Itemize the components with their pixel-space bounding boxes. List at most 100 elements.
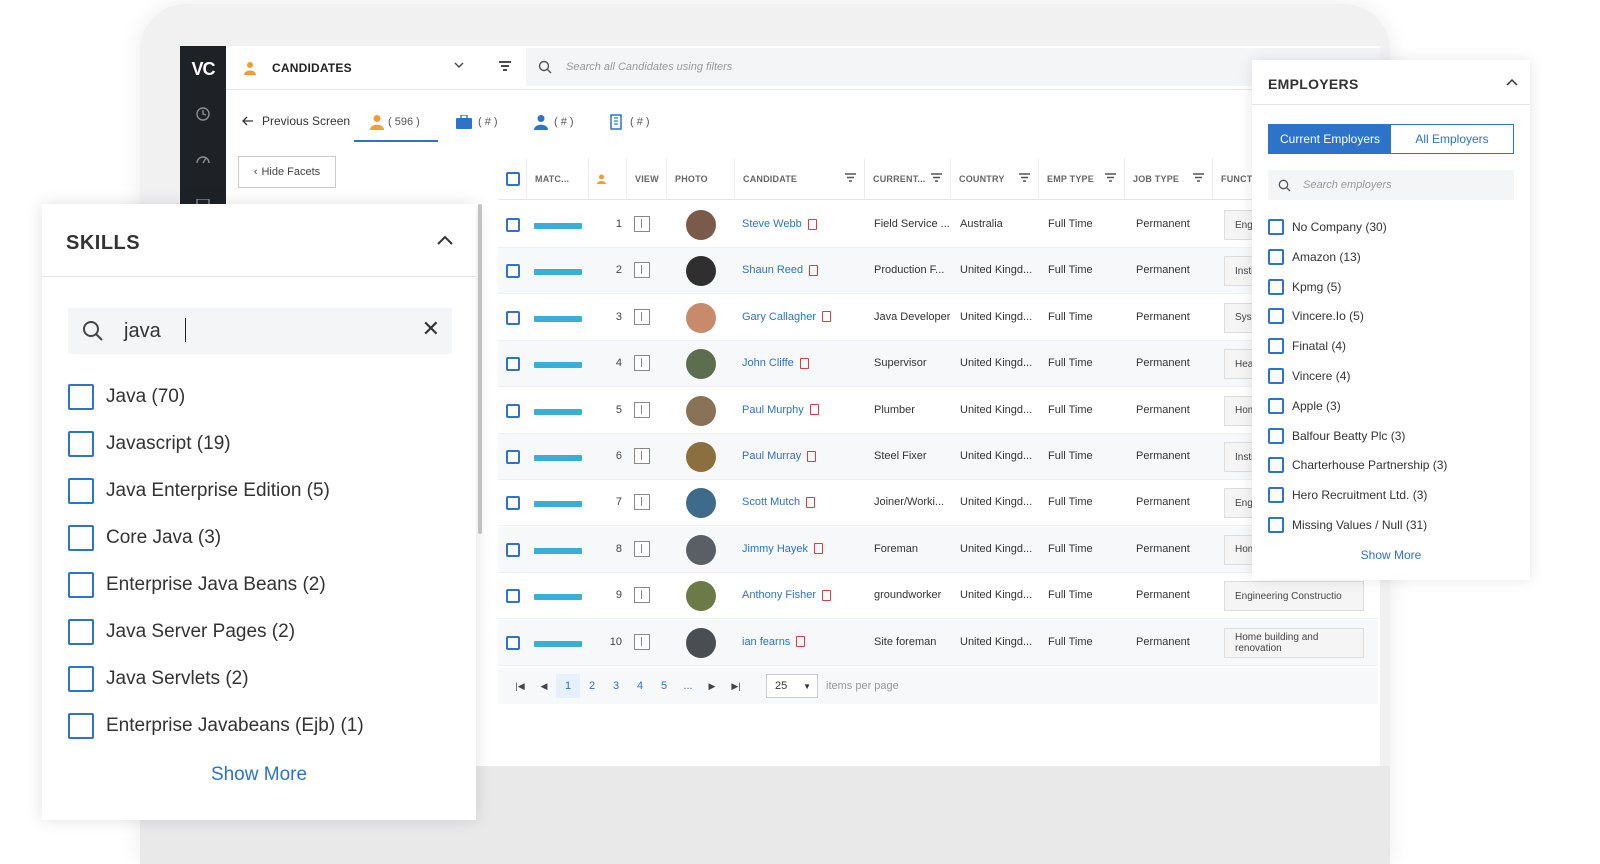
cv-pdf-icon[interactable] [821, 311, 831, 323]
facet-scrollbar[interactable] [478, 204, 482, 534]
more-pages-button[interactable]: ... [676, 674, 700, 698]
tab-candidates[interactable]: ( 596 ) [370, 110, 420, 134]
table-row[interactable]: 1 Steve Webb Field Service ... Australia Ful… [498, 202, 1378, 248]
employer-checkbox[interactable] [1268, 219, 1284, 235]
candidate-name-link[interactable]: John Cliffe [742, 357, 809, 369]
prev-page-button[interactable]: ◀ [532, 674, 556, 698]
candidate-name-link[interactable]: Paul Murphy [742, 404, 819, 416]
view-record-icon[interactable] [634, 540, 650, 557]
cv-pdf-icon[interactable] [821, 589, 831, 601]
cv-pdf-icon[interactable] [807, 450, 817, 462]
cv-pdf-icon[interactable] [807, 218, 817, 230]
cv-pdf-icon[interactable] [809, 264, 819, 276]
skill-checkbox[interactable] [68, 666, 94, 692]
cv-pdf-icon[interactable] [799, 357, 809, 369]
app-logo[interactable]: VC [180, 46, 226, 92]
view-record-icon[interactable] [634, 494, 650, 511]
employer-checkbox[interactable] [1268, 278, 1284, 295]
candidate-name-link[interactable]: Gary Callagher [742, 311, 831, 323]
employer-checkbox[interactable] [1268, 427, 1284, 444]
row-checkbox[interactable] [506, 403, 520, 418]
row-checkbox[interactable] [506, 218, 520, 232]
candidate-name-link[interactable]: Shaun Reed [742, 264, 819, 276]
hide-facets-button[interactable]: ‹ Hide Facets [238, 156, 336, 188]
tab-contacts[interactable]: ( # ) [534, 110, 574, 134]
employers-show-more-link[interactable]: Show More [1252, 548, 1530, 562]
employer-option[interactable]: Finatal (4) [1268, 338, 1346, 355]
view-record-icon[interactable] [634, 262, 650, 279]
filter-icon[interactable] [1193, 173, 1204, 182]
candidate-name-link[interactable]: Steve Webb [742, 218, 817, 230]
employer-checkbox[interactable] [1268, 368, 1284, 384]
col-job-type[interactable]: JOB TYPE [1124, 158, 1212, 200]
skill-option[interactable]: Java Servlets (2) [68, 666, 249, 692]
employer-option[interactable]: Hero Recruitment Ltd. (3) [1268, 487, 1427, 504]
per-page-select[interactable]: 25 ▼ [766, 674, 818, 698]
employer-option[interactable]: Balfour Beatty Plc (3) [1268, 427, 1405, 444]
skill-checkbox[interactable] [68, 572, 94, 598]
history-icon[interactable] [193, 104, 213, 124]
view-record-icon[interactable] [634, 401, 650, 418]
clear-search-icon[interactable]: ✕ [422, 316, 440, 342]
table-row[interactable]: 3 Gary Callagher Java Developer United King… [498, 295, 1378, 341]
current-employers-toggle[interactable]: Current Employers [1269, 125, 1391, 153]
skill-option[interactable]: Core Java (3) [68, 525, 221, 551]
cv-pdf-icon[interactable] [809, 404, 819, 416]
cv-pdf-icon[interactable] [814, 543, 824, 555]
skill-checkbox[interactable] [68, 478, 94, 504]
skill-option[interactable]: Enterprise Javabeans (Ejb) (1) [68, 713, 364, 739]
chevron-up-icon[interactable] [1506, 78, 1518, 86]
candidate-name-link[interactable]: ian fearns [742, 636, 806, 648]
table-row[interactable]: 9 Anthony Fisher groundworker United Kingd.… [498, 573, 1378, 620]
row-checkbox[interactable] [506, 589, 520, 604]
skill-checkbox[interactable] [68, 713, 94, 739]
row-checkbox[interactable] [506, 450, 520, 464]
table-row[interactable]: 2 Shaun Reed Production F... United Kingd..… [498, 248, 1378, 295]
skills-search-input[interactable]: java ✕ [68, 308, 452, 354]
skill-checkbox[interactable] [68, 431, 94, 457]
col-photo[interactable]: PHOTO [666, 158, 734, 200]
row-checkbox[interactable] [506, 310, 520, 325]
filter-icon[interactable] [1105, 173, 1116, 182]
page-2-button[interactable]: 2 [580, 674, 604, 698]
row-checkbox[interactable] [506, 357, 520, 372]
row-checkbox[interactable] [506, 542, 520, 557]
view-record-icon[interactable] [634, 633, 650, 650]
skill-checkbox[interactable] [68, 525, 94, 551]
table-row[interactable]: 8 Jimmy Hayek Foreman United Kingd... Full T… [498, 526, 1378, 573]
employer-option[interactable]: Apple (3) [1268, 397, 1341, 414]
cv-pdf-icon[interactable] [806, 496, 816, 508]
skill-option[interactable]: Java (70) [68, 384, 185, 410]
table-row[interactable]: 6 Paul Murray Steel Fixer United Kingd... Fu… [498, 434, 1378, 480]
employer-option[interactable]: Charterhouse Partnership (3) [1268, 457, 1447, 474]
all-employers-toggle[interactable]: All Employers [1391, 125, 1513, 153]
chevron-up-icon[interactable] [436, 234, 454, 246]
page-4-button[interactable]: 4 [628, 674, 652, 698]
skill-option[interactable]: Java Enterprise Edition (5) [68, 478, 330, 504]
employer-checkbox[interactable] [1268, 397, 1284, 414]
employer-option[interactable]: Kpmg (5) [1268, 278, 1341, 295]
employer-checkbox[interactable] [1268, 457, 1284, 474]
col-match[interactable]: MATC... [526, 158, 588, 200]
skill-checkbox[interactable] [68, 384, 94, 410]
col-candidate[interactable]: CANDIDATE [734, 158, 864, 200]
employers-search-input[interactable]: Search employers [1268, 170, 1514, 200]
employer-checkbox[interactable] [1268, 487, 1284, 504]
candidate-name-link[interactable]: Scott Mutch [742, 496, 816, 508]
candidate-name-link[interactable]: Anthony Fisher [742, 589, 831, 601]
employer-option[interactable]: Amazon (13) [1268, 248, 1361, 265]
skill-option[interactable]: Javascript (19) [68, 431, 231, 457]
col-view[interactable]: VIEW [626, 158, 666, 200]
page-1-button[interactable]: 1 [556, 674, 580, 698]
view-record-icon[interactable] [634, 355, 650, 372]
col-emp-type[interactable]: EMP TYPE [1038, 158, 1124, 200]
next-page-button[interactable]: ▶ [700, 674, 724, 698]
row-checkbox[interactable] [506, 635, 520, 650]
employer-checkbox[interactable] [1268, 517, 1284, 533]
page-5-button[interactable]: 5 [652, 674, 676, 698]
filter-icon[interactable] [1019, 173, 1030, 182]
skill-option[interactable]: Enterprise Java Beans (2) [68, 572, 326, 598]
filter-icon[interactable] [845, 173, 856, 182]
select-all-checkbox[interactable] [506, 172, 520, 186]
row-checkbox[interactable] [506, 496, 520, 511]
